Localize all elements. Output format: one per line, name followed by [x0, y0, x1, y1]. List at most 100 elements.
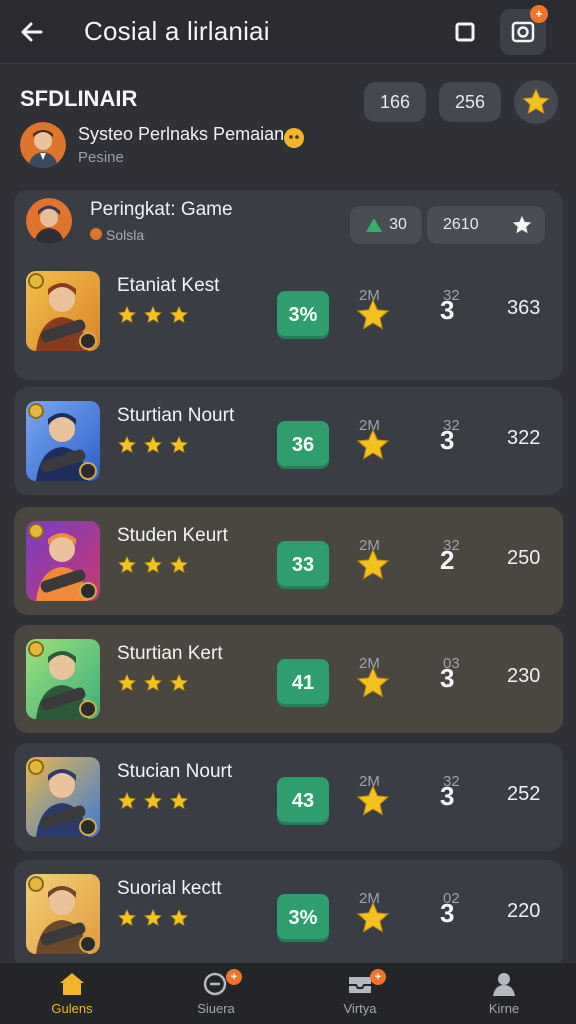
game-row[interactable]: Stucian Nourt 43 2M 32 3 252	[14, 743, 563, 851]
nav-label: Gulens	[51, 1001, 93, 1016]
rank-value: 3	[440, 663, 455, 693]
nav-label: Siuera	[197, 1001, 235, 1016]
points-value: 250	[507, 547, 541, 569]
level-badge-icon	[28, 641, 44, 657]
favorite-star-icon[interactable]	[355, 665, 391, 701]
rating-star-icon	[169, 908, 189, 927]
star-outline-icon	[512, 215, 532, 234]
game-thumbnail	[26, 874, 100, 954]
score-value: 2610	[443, 216, 479, 233]
rating-star-icon	[169, 555, 189, 574]
rating-star-icon	[117, 791, 137, 810]
points-value: 220	[507, 900, 541, 922]
favorite-star-icon[interactable]	[355, 547, 391, 583]
card-subtitle-text: Solsla	[106, 227, 145, 243]
rating-star-icon	[169, 305, 189, 324]
user-name: Systeo Perlnaks Pemaian	[78, 124, 285, 144]
rating-star-icon	[169, 673, 189, 692]
star-icon	[522, 88, 550, 115]
game-row[interactable]: Studen Keurt 33 2M 32 2 250	[14, 507, 563, 615]
rating-star-icon	[117, 555, 137, 574]
home-icon	[60, 973, 84, 995]
user-subtitle: Pesine	[78, 149, 124, 166]
game-thumbnail	[26, 639, 100, 719]
game-thumbnail	[26, 521, 100, 601]
trend-value: 30	[389, 216, 407, 233]
favorite-star-icon[interactable]	[355, 900, 391, 936]
rating-star-icon	[143, 791, 163, 810]
card-title: Peringkat: Game	[90, 199, 233, 220]
points-value: 363	[507, 297, 541, 319]
game-row[interactable]: Sturtian Nourt 36 2M 32 3 322	[14, 387, 563, 495]
favorite-star-icon[interactable]	[355, 427, 391, 463]
rating-star-icon	[117, 673, 137, 692]
bottom-nav: Gulens + Siuera + Virtya Kirne	[0, 962, 576, 1024]
nav-profile[interactable]: Kirne	[432, 963, 576, 1024]
back-button[interactable]	[0, 0, 64, 64]
favorite-button[interactable]	[514, 80, 558, 124]
level-badge-icon	[28, 759, 44, 775]
points-value: 322	[507, 427, 541, 449]
nav-home[interactable]: Gulens	[0, 963, 144, 1024]
game-row[interactable]: Sturtian Kert 41 2M 03 3 230	[14, 625, 563, 733]
stat-pill-b[interactable]: 256	[439, 82, 501, 122]
rating-stars	[117, 435, 189, 455]
nav-badge: +	[226, 969, 242, 985]
nav-chat[interactable]: + Siuera	[144, 963, 288, 1024]
camera-button[interactable]: +	[500, 4, 548, 55]
game-name: Suorial kectt	[117, 878, 222, 899]
rating-star-icon	[143, 908, 163, 927]
rating-stars	[117, 555, 189, 575]
rating-stars	[117, 908, 189, 928]
score-badge[interactable]: 36	[277, 421, 329, 469]
score-badge[interactable]: 33	[277, 541, 329, 589]
level-badge-icon	[28, 876, 44, 892]
top-bar: Cosial a lirlaniai +	[0, 0, 576, 64]
coin-icon	[90, 228, 102, 240]
rating-star-icon	[117, 305, 137, 324]
favorite-star-icon[interactable]	[355, 297, 391, 333]
nav-inbox[interactable]: + Virtya	[288, 963, 432, 1024]
stat-pill-a[interactable]: 166	[364, 82, 426, 122]
camera-icon	[511, 21, 535, 42]
card-subtitle: Solsla	[90, 227, 233, 243]
game-name: Sturtian Nourt	[117, 405, 235, 426]
nav-label: Virtya	[343, 1001, 377, 1016]
level-badge-icon	[28, 403, 44, 419]
rating-star-icon	[169, 791, 189, 810]
notification-badge: +	[530, 4, 548, 23]
user-row[interactable]: Systeo Perlnaks Pemaian Pesine	[20, 122, 304, 168]
rating-star-icon	[143, 435, 163, 454]
card-avatar	[26, 198, 72, 244]
rank-value: 3	[440, 425, 455, 455]
game-thumbnail	[26, 271, 100, 351]
rating-stars	[117, 791, 189, 811]
points-value: 252	[507, 783, 541, 805]
trend-pill[interactable]: 30	[350, 206, 422, 244]
avatar	[20, 122, 66, 168]
window-button[interactable]	[442, 9, 488, 55]
up-triangle-icon	[366, 218, 383, 232]
score-badge[interactable]: 41	[277, 659, 329, 707]
back-arrow-icon	[21, 22, 43, 41]
game-row[interactable]: Etaniat Kest 3% 2M 32 3 363	[14, 257, 563, 365]
score-pill[interactable]: 2610	[427, 206, 545, 244]
score-badge[interactable]: 3%	[277, 894, 329, 942]
page-title: Cosial a lirlaniai	[84, 16, 270, 46]
game-row[interactable]: Suorial kectt 3% 2M 02 3 220	[14, 860, 563, 968]
profile-icon	[493, 973, 515, 996]
score-badge[interactable]: 3%	[277, 291, 329, 339]
rating-star-icon	[117, 908, 137, 927]
favorite-star-icon[interactable]	[355, 783, 391, 819]
game-name: Studen Keurt	[117, 525, 228, 546]
rating-star-icon	[169, 435, 189, 454]
section-title: SFDLINAIR	[20, 86, 138, 111]
rank-value: 3	[440, 295, 455, 325]
rating-stars	[117, 673, 189, 693]
score-badge[interactable]: 43	[277, 777, 329, 825]
rating-star-icon	[143, 305, 163, 324]
points-value: 230	[507, 665, 541, 687]
rank-value: 3	[440, 898, 455, 928]
rating-star-icon	[143, 673, 163, 692]
rating-star-icon	[143, 555, 163, 574]
